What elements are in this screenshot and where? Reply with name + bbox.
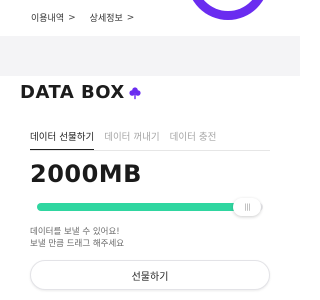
details-label: 상세정보 — [89, 14, 123, 24]
tab-withdraw-data[interactable]: 데이터 꺼내기 — [104, 129, 159, 151]
gift-button[interactable]: 선물하기 — [30, 260, 270, 290]
tab-charge-data[interactable]: 데이터 충전 — [170, 129, 217, 151]
tab-bar: 데이터 선물하기 데이터 꺼내기 데이터 충전 — [30, 129, 216, 151]
hint-line-2: 보낼 만큼 드래그 해주세요 — [30, 239, 125, 249]
tab-gift-data[interactable]: 데이터 선물하기 — [30, 129, 95, 151]
grip-icon: ||| — [244, 203, 250, 211]
tab-divider — [30, 150, 270, 151]
decorative-arc — [187, 0, 269, 20]
chevron-right-icon: > — [126, 12, 135, 23]
usage-history-link[interactable]: 이용내역 > — [31, 11, 76, 25]
slider-fill — [37, 203, 248, 211]
hint-line-1: 데이터를 보낼 수 있어요! — [30, 227, 120, 237]
gift-button-label: 선물하기 — [131, 271, 169, 283]
data-amount: 2000MB — [30, 160, 142, 188]
brand: DATA BOX — [20, 82, 142, 103]
data-amount-slider[interactable]: ||| — [37, 198, 263, 216]
section-divider — [0, 36, 300, 76]
slider-handle[interactable]: ||| — [233, 198, 262, 216]
usage-history-label: 이용내역 — [31, 14, 65, 24]
hint-text: 데이터를 보낼 수 있어요! 보낼 만큼 드래그 해주세요 — [30, 226, 124, 250]
top-links: 이용내역 > 상세정보 > — [31, 11, 135, 25]
chevron-right-icon: > — [68, 12, 76, 23]
clover-icon — [129, 86, 141, 99]
brand-title: DATA BOX — [20, 82, 125, 103]
details-link[interactable]: 상세정보 > — [89, 11, 135, 25]
